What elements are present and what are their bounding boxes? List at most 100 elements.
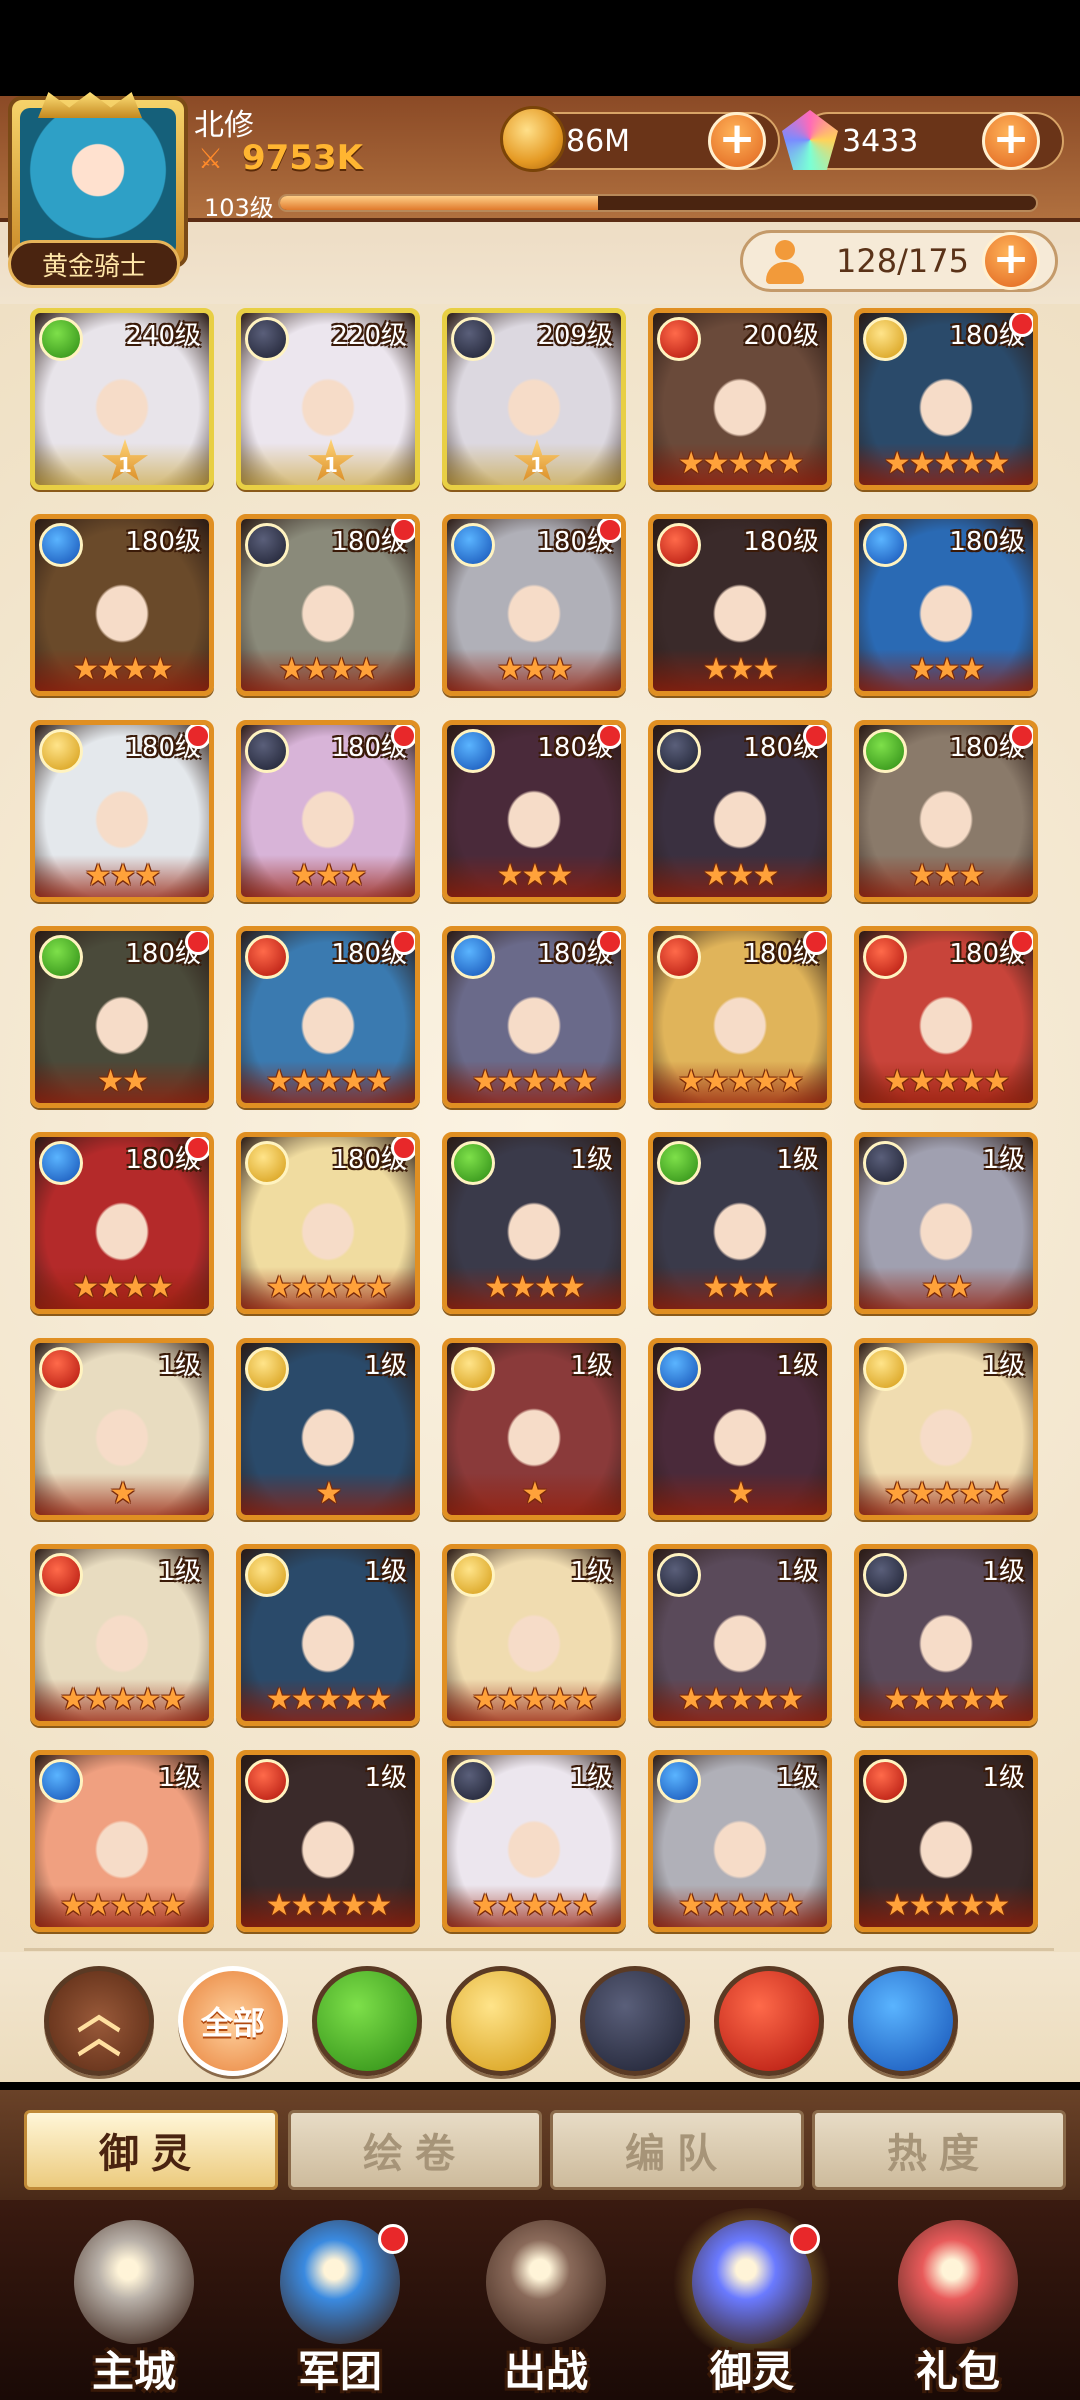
filter-dark-button[interactable] [580,1966,690,2076]
hero-card[interactable]: 1级 ★★★★★ [648,1750,832,1932]
hero-card[interactable]: 180级 ★★★ [236,720,420,902]
light-element-icon [451,1347,495,1391]
hero-card[interactable]: 180级 ★★★ [442,720,626,902]
hero-level: 1级 [982,1763,1025,1793]
hero-card[interactable]: 180级 ★★★★★ [236,1132,420,1314]
hero-card[interactable]: 1级 ★★★★★ [442,1544,626,1726]
hero-level: 1级 [776,1351,819,1381]
fire-element-icon [657,317,701,361]
hero-card[interactable]: 180级 ★★ [30,926,214,1108]
crown-icon [38,92,142,118]
nav-label: 御灵 [709,2347,794,2396]
notification-dot [391,931,415,955]
hero-card[interactable]: 180级 ★★★★★ [648,926,832,1108]
star-rating: ★★★★★ [471,1888,598,1923]
hero-level: 1级 [158,1557,201,1587]
roster-count: 128/175 [836,242,969,280]
add-gem-button[interactable]: + [982,112,1040,170]
hero-card[interactable]: 1级 ★★★★★ [30,1544,214,1726]
hero-card[interactable]: 180级 ★★★ [854,514,1038,696]
hero-card[interactable]: 1级 ★★ [854,1132,1038,1314]
star-rating: ★★ [921,1270,973,1305]
notification-dot [803,931,827,955]
nav-castle[interactable]: 主城 [44,2220,224,2400]
dark-element-icon [863,1553,907,1597]
hero-card[interactable]: 180级 ★★★★ [30,514,214,696]
hero-card[interactable]: 1级 ★★★★★ [30,1750,214,1932]
light-element-icon [245,1347,289,1391]
hero-card[interactable]: 180级 ★★★★★ [236,926,420,1108]
tab-biandui[interactable]: 编队 [550,2110,804,2190]
notification-dot [185,931,209,955]
star-rating: ★★★★★ [883,1888,1010,1923]
hero-card[interactable]: 180级 ★★★★ [236,514,420,696]
nav-gate[interactable]: 出战 [456,2220,636,2400]
light-element-icon [863,1347,907,1391]
hero-card[interactable]: 180级 ★★★★★ [854,926,1038,1108]
wind-element-icon [657,1141,701,1185]
hero-card[interactable]: 1级 ★★★★ [442,1132,626,1314]
gate-icon [486,2220,606,2344]
filter-fire-button[interactable] [714,1966,824,2076]
hero-card[interactable]: 1级 ★ [442,1338,626,1520]
tab-redu[interactable]: 热度 [812,2110,1066,2190]
power-value: 9753K [242,138,363,178]
hero-card[interactable]: 1级 ★ [648,1338,832,1520]
tab-yuling[interactable]: 御灵 [24,2110,278,2190]
water-element-icon [451,523,495,567]
hero-level: 220级 [331,321,407,351]
gold-coin-icon [500,106,566,172]
expand-roster-button[interactable]: + [982,232,1040,290]
hero-card[interactable]: 1级 ★ [30,1338,214,1520]
hero-card[interactable]: 180级 ★★★ [648,514,832,696]
nav-shop[interactable]: 礼包 [868,2220,1048,2400]
star-rating: ★★★★★ [471,1064,598,1099]
nav-label: 军团 [297,2347,382,2396]
hero-card[interactable]: 180级 ★★★★ [30,1132,214,1314]
hero-card[interactable]: 1级 ★★★★★ [854,1338,1038,1520]
hero-level: 1级 [364,1557,407,1587]
rank-badge: 黄金骑士 [8,240,180,288]
star-rating: ★★★★★ [265,1682,392,1717]
tab-huijuan[interactable]: 绘卷 [288,2110,542,2190]
collapse-button[interactable]: ︿ ︿ [44,1966,154,2076]
star-rating: ★★★★★ [471,1682,598,1717]
light-element-icon [451,1553,495,1597]
star-rating: ★ [727,1476,755,1511]
add-gold-button[interactable]: + [708,112,766,170]
hero-card[interactable]: 1级 ★★★★★ [236,1544,420,1726]
hero-card[interactable]: 1级 ★★★★★ [854,1544,1038,1726]
nav-fist-shield[interactable]: 军团 [250,2220,430,2400]
hero-card[interactable]: 1级 ★★★★★ [236,1750,420,1932]
hero-card[interactable]: 180级 ★★★★★ [854,308,1038,490]
hero-card[interactable]: 1级 ★★★ [648,1132,832,1314]
fire-element-icon [39,1553,83,1597]
hero-card[interactable]: 180级 ★★★ [648,720,832,902]
filter-light-button[interactable] [446,1966,556,2076]
hero-card[interactable]: 180级 ★★★★★ [442,926,626,1108]
hero-card[interactable]: 1级 ★★★★★ [854,1750,1038,1932]
hero-card[interactable]: 1级 ★ [236,1338,420,1520]
hero-card[interactable]: 180级 ★★★ [442,514,626,696]
nav-crystal[interactable]: 御灵 [662,2208,842,2400]
filter-all-button[interactable]: 全部 [178,1966,288,2076]
filter-wind-button[interactable] [312,1966,422,2076]
hero-card[interactable]: 209级 1 [442,308,626,490]
notification-dot [597,725,621,749]
hero-card[interactable]: 200级 ★★★★★ [648,308,832,490]
hero-card[interactable]: 1级 ★★★★★ [442,1750,626,1932]
hero-card[interactable]: 1级 ★★★★★ [648,1544,832,1726]
hero-level: 1级 [776,1557,819,1587]
filter-water-button[interactable] [848,1966,958,2076]
hero-card[interactable]: 180级 ★★★ [30,720,214,902]
exp-bar-fill [280,196,598,210]
hero-card[interactable]: 240级 1 [30,308,214,490]
hero-level: 1级 [364,1763,407,1793]
hero-card[interactable]: 180级 ★★★ [854,720,1038,902]
star-rating: ★★★ [702,652,780,687]
hero-card[interactable]: 220级 1 [236,308,420,490]
hero-level: 240级 [125,321,201,351]
notification-dot [378,2224,408,2254]
avatar-portrait [20,108,176,256]
notification-dot [597,931,621,955]
